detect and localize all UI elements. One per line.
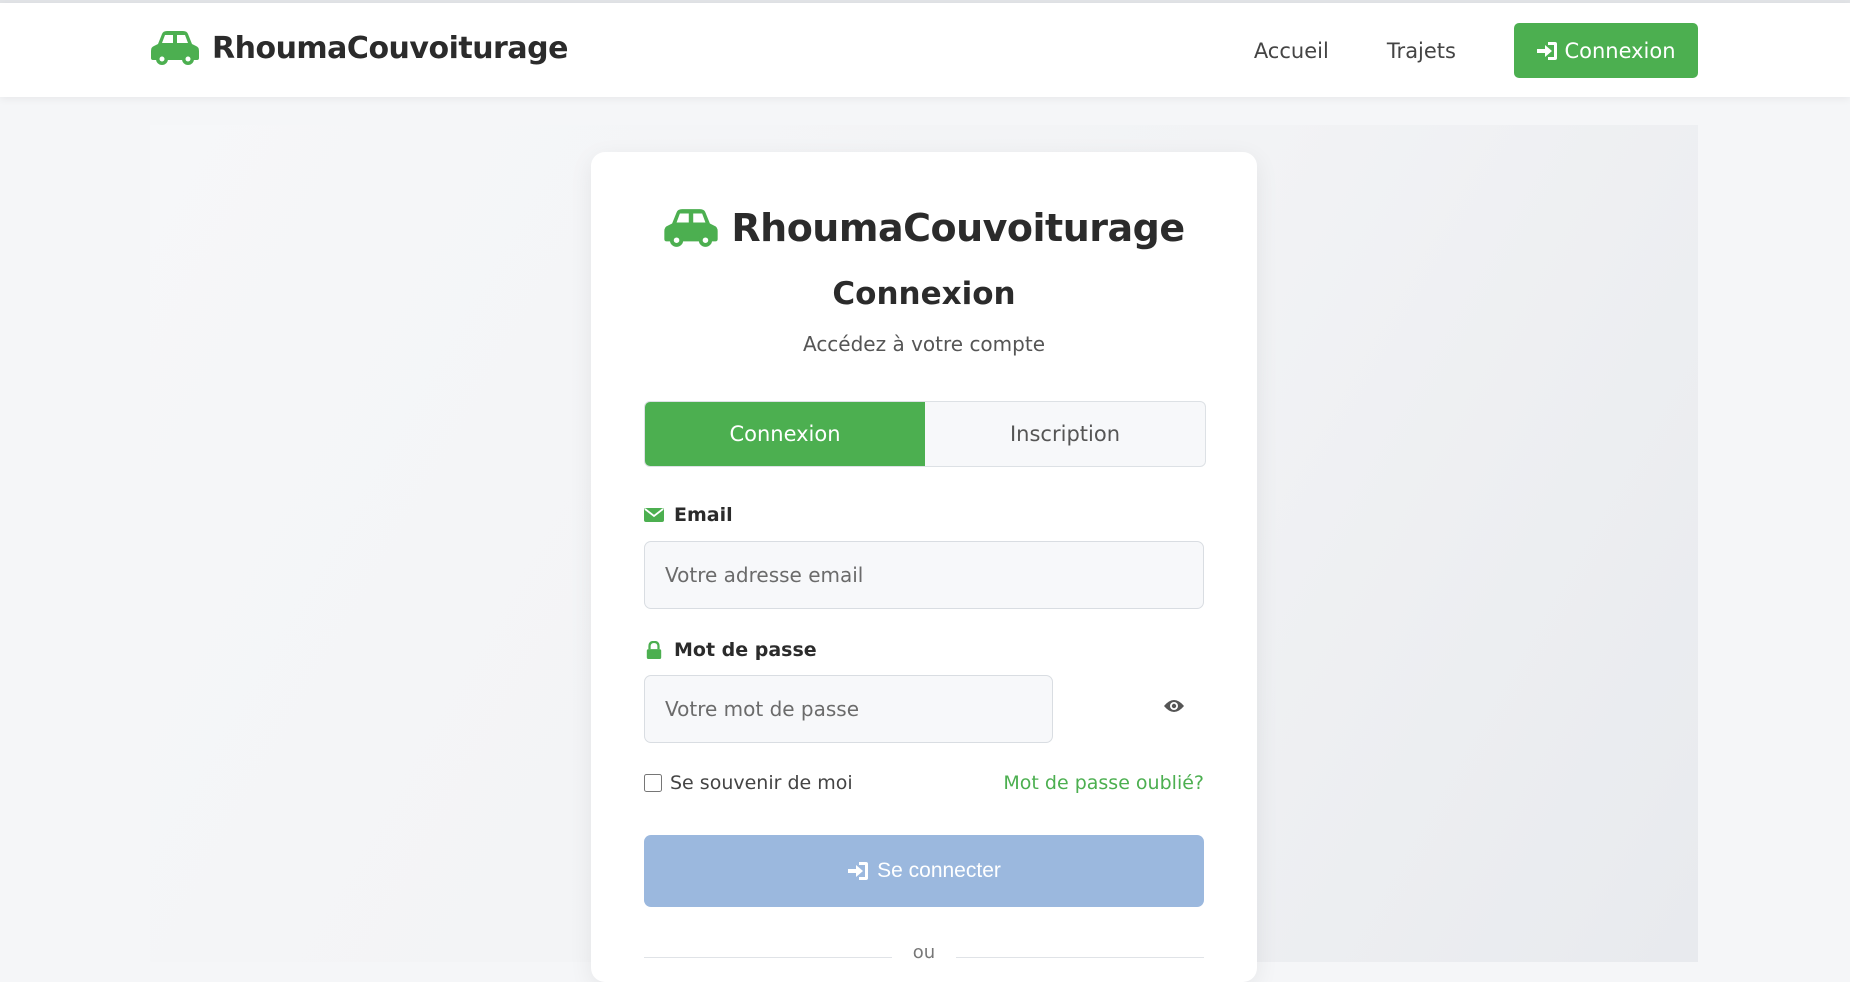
password-label-text: Mot de passe — [674, 639, 817, 661]
password-label: Mot de passe — [644, 639, 817, 661]
envelope-icon — [644, 508, 664, 522]
nav-login-label: Connexion — [1564, 38, 1676, 63]
auth-tabs: Connexion Inscription — [644, 401, 1206, 467]
nav-login-button[interactable]: Connexion — [1514, 23, 1698, 78]
nav-link-home[interactable]: Accueil — [1254, 39, 1329, 63]
forgot-password-link[interactable]: Mot de passe oublié? — [1003, 772, 1204, 794]
login-submit-label: Se connecter — [877, 859, 1001, 882]
tab-login[interactable]: Connexion — [645, 402, 925, 466]
car-icon — [151, 31, 199, 65]
navbar: RhoumaCouvoiturage Accueil Trajets Conne… — [0, 3, 1850, 97]
login-submit-button[interactable]: Se connecter — [644, 835, 1204, 907]
sign-in-icon — [848, 862, 869, 880]
email-field[interactable] — [644, 541, 1204, 609]
login-card: RhoumaCouvoiturage Connexion Accédez à v… — [591, 152, 1257, 982]
page-title: Connexion — [832, 276, 1016, 312]
card-brand-name: RhoumaCouvoiturage — [731, 206, 1185, 250]
lock-icon — [646, 641, 662, 659]
main-nav: Accueil Trajets Connexion — [1254, 23, 1698, 78]
or-separator: ou — [912, 942, 936, 963]
email-label: Email — [644, 504, 733, 526]
card-brand: RhoumaCouvoiturage — [591, 206, 1257, 250]
nav-link-trips[interactable]: Trajets — [1387, 39, 1456, 63]
email-label-text: Email — [674, 504, 733, 526]
remember-me-label: Se souvenir de moi — [670, 772, 853, 794]
page-subtitle: Accédez à votre compte — [802, 332, 1045, 356]
sign-in-icon — [1537, 41, 1558, 60]
brand-name: RhoumaCouvoiturage — [212, 30, 568, 66]
password-field[interactable] — [644, 675, 1053, 743]
eye-icon[interactable] — [1163, 698, 1185, 714]
remember-me-checkbox[interactable] — [644, 774, 662, 792]
car-icon — [664, 209, 719, 247]
brand-logo[interactable]: RhoumaCouvoiturage — [150, 30, 568, 66]
tab-register[interactable]: Inscription — [925, 402, 1205, 466]
remember-me[interactable]: Se souvenir de moi — [644, 772, 853, 794]
